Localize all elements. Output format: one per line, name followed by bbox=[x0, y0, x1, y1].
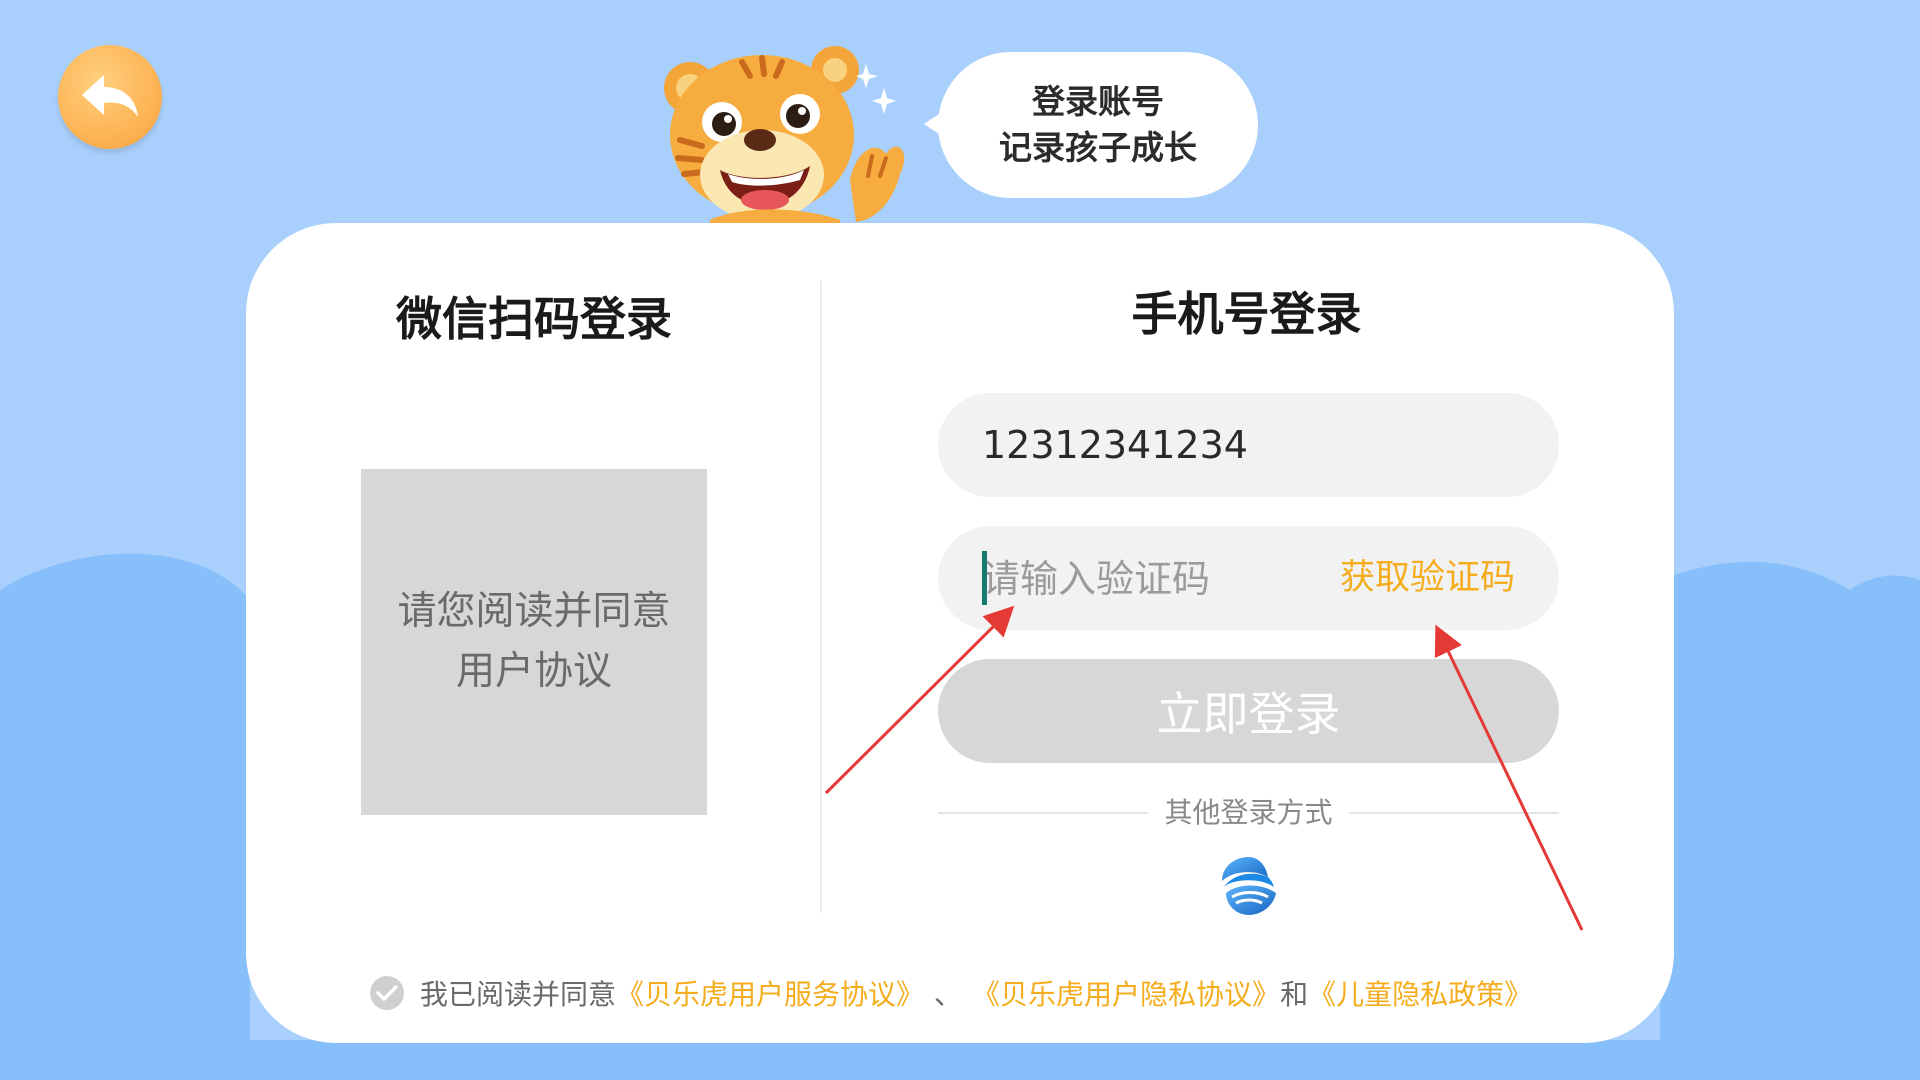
login-card: 微信扫码登录 请您阅读并同意 用户协议 手机号登录 12312341234 获取… bbox=[246, 223, 1674, 1043]
agreement-row: 我已阅读并同意 《贝乐虎用户服务协议》 、 《贝乐虎用户隐私协议》 和 《儿童隐… bbox=[370, 971, 1532, 1015]
child-privacy-link[interactable]: 《儿童隐私政策》 bbox=[1308, 973, 1532, 1013]
agreement-prefix: 我已阅读并同意 bbox=[420, 978, 617, 1011]
speech-bubble: 登录账号 记录孩子成长 bbox=[938, 52, 1258, 198]
vertical-divider bbox=[820, 281, 822, 913]
verification-code-input[interactable] bbox=[980, 548, 1314, 610]
phone-login-title: 手机号登录 bbox=[1131, 287, 1362, 341]
privacy-agreement-link[interactable]: 《贝乐虎用户隐私协议》 bbox=[972, 973, 1280, 1013]
agreement-separator-1: 、 bbox=[934, 978, 963, 1011]
qr-notice-line-1: 请您阅读并同意 bbox=[397, 589, 671, 634]
check-circle-icon[interactable] bbox=[370, 976, 404, 1010]
bubble-line-1: 登录账号 bbox=[1032, 82, 1164, 121]
other-login-methods: 其他登录方式 bbox=[938, 791, 1559, 835]
service-agreement-link[interactable]: 《贝乐虎用户服务协议》 bbox=[616, 973, 924, 1013]
verification-code-field: 获取验证码 bbox=[938, 526, 1559, 630]
back-button[interactable] bbox=[58, 45, 162, 149]
agreement-separator-2: 和 bbox=[1280, 978, 1309, 1011]
phone-number-value: 12312341234 bbox=[982, 423, 1248, 467]
checkmark-glyph bbox=[376, 985, 398, 1001]
wechat-qr-placeholder: 请您阅读并同意 用户协议 bbox=[361, 469, 707, 815]
get-code-button[interactable]: 获取验证码 bbox=[1340, 526, 1515, 630]
back-arrow-icon bbox=[82, 75, 138, 117]
sparkle-icon bbox=[856, 64, 896, 114]
login-button[interactable]: 立即登录 bbox=[938, 659, 1559, 763]
wechat-login-title: 微信扫码登录 bbox=[396, 292, 672, 346]
bubble-line-2: 记录孩子成长 bbox=[999, 128, 1197, 167]
other-login-label: 其他登录方式 bbox=[1148, 796, 1349, 829]
tiger-mascot bbox=[664, 46, 905, 230]
china-mobile-logo-icon[interactable] bbox=[1216, 853, 1282, 919]
qr-notice-line-2: 用户协议 bbox=[455, 649, 612, 694]
login-screen: 登录账号 记录孩子成长 微信扫码登录 请您阅读并同意 用户协议 手机号登录 12… bbox=[0, 0, 1920, 1080]
text-caret bbox=[982, 551, 987, 605]
phone-number-field[interactable]: 12312341234 bbox=[938, 393, 1559, 497]
